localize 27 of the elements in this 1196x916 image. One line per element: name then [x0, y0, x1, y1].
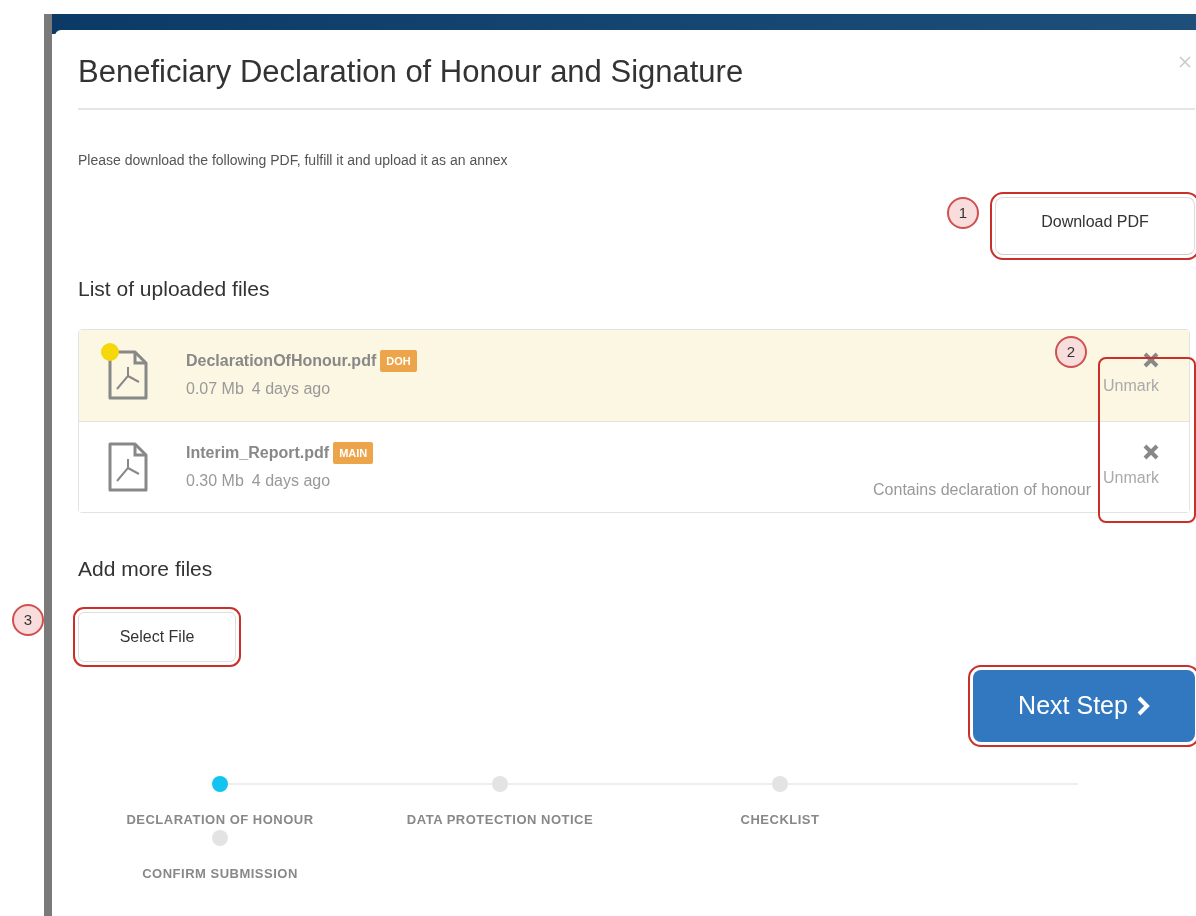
file-name: DeclarationOfHonour.pdf — [186, 351, 377, 371]
chevron-right-icon — [1135, 696, 1150, 716]
unmark-link[interactable]: Unmark — [1103, 465, 1159, 490]
file-name: Interim_Report.pdf — [186, 442, 330, 463]
file-tag: DOH — [380, 350, 417, 372]
file-size: 0.07 Mb — [186, 379, 244, 399]
file-age: 4 days ago — [251, 379, 331, 399]
pdf-file-icon — [107, 349, 149, 401]
file-row[interactable]: Interim_Report.pdf MAIN 0.30 Mb 4 days ago Contains declaration of honour Unmark — [79, 420, 1189, 512]
file-size: 0.30 Mb — [186, 470, 244, 491]
unmark-link[interactable]: Unmark — [1103, 374, 1159, 398]
file-note: Contains declaration of honour — [873, 479, 1091, 500]
callout-number: 3 — [12, 604, 44, 636]
step-label[interactable]: DECLARATION OF HONOUR — [126, 810, 314, 830]
remove-icon[interactable] — [1143, 352, 1159, 368]
section-heading: List of uploaded files — [78, 276, 271, 302]
close-icon[interactable] — [1179, 56, 1191, 68]
step-label[interactable]: CONFIRM SUBMISSION — [142, 863, 298, 883]
pdf-file-icon — [107, 440, 149, 493]
file-tag: MAIN — [333, 441, 374, 464]
dialog-title: Beneficiary Declaration of Honour and Signature — [78, 53, 744, 91]
instruction-text: Please download the following PDF, fulfill it and upload it as an annex — [78, 151, 509, 170]
step-label[interactable]: DATA PROTECTION NOTICE — [406, 810, 594, 830]
file-age: 4 days ago — [251, 470, 331, 491]
section-heading: Add more files — [78, 555, 214, 582]
remove-icon[interactable] — [1143, 443, 1159, 460]
step-label[interactable]: CHECKLIST — [740, 810, 820, 830]
